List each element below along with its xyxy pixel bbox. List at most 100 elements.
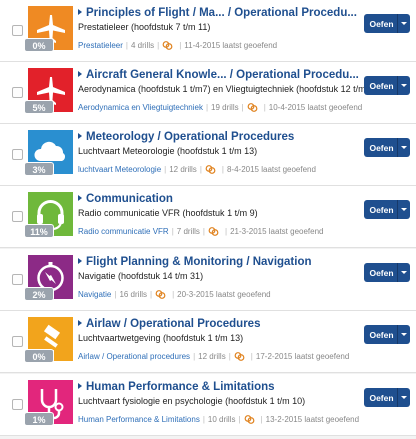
expand-arrow-icon[interactable] <box>78 9 82 15</box>
row-checkbox[interactable] <box>12 274 23 285</box>
course-meta: luchtvaart Meteorologie | 12 drills | | 8-4-2… <box>78 164 316 175</box>
practice-dropdown-toggle[interactable] <box>397 200 410 219</box>
chevron-down-icon[interactable] <box>401 396 407 399</box>
expand-arrow-icon[interactable] <box>78 320 82 326</box>
course-meta: Aerodynamica en Vliegtuigtechniek | 19 dri… <box>78 102 362 113</box>
practice-button[interactable]: Oefen <box>364 263 410 282</box>
last-practiced-label: laatst geoefend <box>268 227 324 236</box>
practice-dropdown-toggle[interactable] <box>397 138 410 157</box>
last-practiced-date: 20-3-2015 <box>177 290 214 299</box>
course-title-link[interactable]: Airlaw / Operational Procedures <box>78 318 260 330</box>
chevron-down-icon[interactable] <box>401 22 407 25</box>
practice-button-label[interactable]: Oefen <box>364 205 397 215</box>
row-checkbox[interactable] <box>12 399 23 410</box>
practice-button[interactable]: Oefen <box>364 388 410 407</box>
last-practiced-date: 10-4-2015 <box>268 103 306 112</box>
progress-badge: 2% <box>24 287 54 301</box>
practice-button-label[interactable]: Oefen <box>364 268 397 278</box>
chevron-down-icon[interactable] <box>401 84 407 87</box>
practice-dropdown-toggle[interactable] <box>397 325 410 344</box>
history-icon[interactable] <box>162 40 173 51</box>
category-link[interactable]: Radio communicatie VFR <box>78 227 169 236</box>
practice-dropdown-toggle[interactable] <box>397 388 410 407</box>
course-subtitle: Luchtvaartwetgeving (hoofdstuk 1 t/m 13) <box>78 333 244 343</box>
practice-dropdown-toggle[interactable] <box>397 76 410 95</box>
history-icon[interactable] <box>244 414 255 425</box>
row-checkbox[interactable] <box>12 211 23 222</box>
course-title[interactable]: Airlaw / Operational Procedures <box>86 318 260 330</box>
category-link[interactable]: Prestatieleer <box>78 41 123 50</box>
expand-arrow-icon[interactable] <box>78 71 82 77</box>
course-title-link[interactable]: Aircraft General Knowle... / Operational… <box>78 69 359 81</box>
progress-badge: 11% <box>24 224 54 238</box>
row-checkbox[interactable] <box>12 87 23 98</box>
chevron-down-icon[interactable] <box>401 333 407 336</box>
category-link[interactable]: Navigatie <box>78 290 111 299</box>
practice-button[interactable]: Oefen <box>364 76 410 95</box>
drill-count: 10 drills <box>207 415 236 424</box>
course-row: 2% Flight Planning & Monitoring / Navigat… <box>0 249 416 311</box>
last-practiced-label: laatst geoefend <box>294 352 350 361</box>
practice-button-label[interactable]: Oefen <box>364 19 397 29</box>
practice-button-label[interactable]: Oefen <box>364 330 397 340</box>
category-link[interactable]: Human Performance & Limitations <box>78 415 200 424</box>
drill-count: 7 drills <box>176 227 200 236</box>
meta-separator: | <box>157 41 160 50</box>
course-title[interactable]: Flight Planning & Monitoring / Navigatio… <box>86 256 312 268</box>
course-row: 11% Communication Radio communicatie VFR (… <box>0 186 416 248</box>
category-link[interactable]: Airlaw / Operational procedures <box>78 352 190 361</box>
history-icon[interactable] <box>247 102 258 113</box>
course-meta: Human Performance & Limitations | 10 drill… <box>78 414 359 425</box>
chevron-down-icon[interactable] <box>401 146 407 149</box>
history-icon[interactable] <box>208 226 219 237</box>
course-title-link[interactable]: Flight Planning & Monitoring / Navigatio… <box>78 256 312 268</box>
history-icon[interactable] <box>234 351 245 362</box>
practice-dropdown-toggle[interactable] <box>397 14 410 33</box>
row-checkbox[interactable] <box>12 149 23 160</box>
history-icon[interactable] <box>155 289 166 300</box>
drill-count: 12 drills <box>169 165 197 174</box>
practice-button-label[interactable]: Oefen <box>364 143 397 153</box>
course-title[interactable]: Meteorology / Operational Procedures <box>86 131 294 143</box>
expand-arrow-icon[interactable] <box>78 133 82 139</box>
drill-count: 12 drills <box>198 352 226 361</box>
progress-badge: 3% <box>24 162 54 176</box>
category-link[interactable]: Aerodynamica en Vliegtuigtechniek <box>78 103 203 112</box>
course-title-link[interactable]: Communication <box>78 193 173 205</box>
row-checkbox[interactable] <box>12 25 23 36</box>
last-practiced-label: laatst geoefend <box>261 165 316 174</box>
last-practiced-label: laatst geoefend <box>222 41 278 50</box>
expand-arrow-icon[interactable] <box>78 258 82 264</box>
meta-separator: | <box>228 352 231 361</box>
course-title-link[interactable]: Meteorology / Operational Procedures <box>78 131 294 143</box>
course-title[interactable]: Communication <box>86 193 173 205</box>
expand-arrow-icon[interactable] <box>78 383 82 389</box>
course-title[interactable]: Human Performance & Limitations <box>86 381 275 393</box>
row-checkbox[interactable] <box>12 336 23 347</box>
expand-arrow-icon[interactable] <box>78 195 82 201</box>
practice-button[interactable]: Oefen <box>364 200 410 219</box>
practice-button[interactable]: Oefen <box>364 138 410 157</box>
meta-separator: | <box>150 290 153 299</box>
practice-button[interactable]: Oefen <box>364 14 410 33</box>
drill-count: 4 drills <box>131 41 155 50</box>
course-row: 5% Aircraft General Knowle... / Operation… <box>0 62 416 124</box>
progress-badge: 5% <box>24 100 54 114</box>
meta-separator: | <box>241 103 244 112</box>
course-title-link[interactable]: Human Performance & Limitations <box>78 381 275 393</box>
practice-button-label[interactable]: Oefen <box>364 393 397 403</box>
last-practiced-date: 13-2-2015 <box>265 415 303 424</box>
chevron-down-icon[interactable] <box>401 271 407 274</box>
course-title-link[interactable]: Principles of Flight / Ma... / Operation… <box>78 7 357 19</box>
course-title[interactable]: Principles of Flight / Ma... / Operation… <box>86 7 357 19</box>
category-link[interactable]: luchtvaart Meteorologie <box>78 165 161 174</box>
practice-button[interactable]: Oefen <box>364 325 410 344</box>
practice-dropdown-toggle[interactable] <box>397 263 410 282</box>
progress-badge: 1% <box>24 412 54 426</box>
chevron-down-icon[interactable] <box>401 208 407 211</box>
practice-button-label[interactable]: Oefen <box>364 81 397 91</box>
course-subtitle: Aerodynamica (hoofdstuk 1 t/m7) en Vlieg… <box>78 84 382 94</box>
course-title[interactable]: Aircraft General Knowle... / Operational… <box>86 69 359 81</box>
drill-count: 16 drills <box>119 290 148 299</box>
history-icon[interactable] <box>205 164 216 175</box>
